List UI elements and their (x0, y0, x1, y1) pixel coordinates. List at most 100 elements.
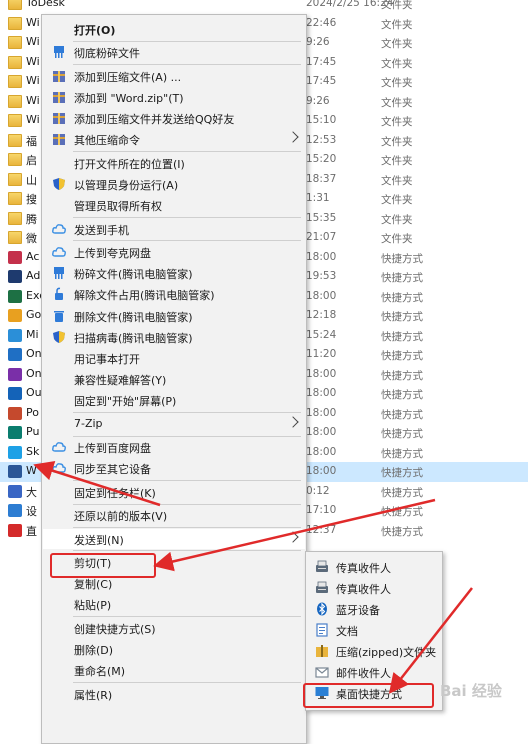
shield-icon (52, 177, 66, 191)
app-shortcut-icon (8, 367, 22, 381)
mail-icon (315, 665, 329, 678)
file-date: 17:10 (306, 504, 337, 516)
file-name: 启 (26, 154, 37, 167)
chevron-right-icon (287, 530, 299, 543)
file-date: 18:00 (306, 289, 337, 302)
file-date: 9:26 (306, 94, 330, 107)
file-date: 9:26 (306, 36, 330, 48)
context-menu-item[interactable]: 其他压缩命令 (43, 129, 305, 149)
file-date: 15:10 (306, 114, 337, 126)
app-shortcut-icon (8, 523, 22, 537)
file-type: 文件夹 (381, 116, 413, 128)
file-type: 快捷方式 (381, 447, 423, 460)
context-menu-item[interactable]: 用记事本打开 (43, 348, 305, 368)
context-menu-item[interactable]: 属性(R) (43, 684, 305, 704)
folder-icon (8, 114, 22, 127)
archive-icon (52, 132, 66, 146)
menu-item-label: 彻底粉碎文件 (74, 47, 140, 61)
menu-item-label: 重命名(M) (74, 665, 126, 679)
menu-item-label: 粉碎文件(腾讯电脑管家) (74, 268, 193, 282)
file-date: 17:45 (306, 55, 337, 68)
context-menu-item[interactable]: 创建快捷方式(S) (43, 618, 305, 638)
watermark: Bai 经验 (440, 682, 502, 700)
app-shortcut-icon (8, 484, 22, 498)
file-date: 15:35 (306, 211, 337, 224)
folder-icon (8, 153, 22, 166)
context-menu-item[interactable]: 上传到夸克网盘 (43, 242, 305, 262)
menu-item-label: 管理员取得所有权 (74, 200, 162, 214)
app-shortcut-icon (8, 406, 22, 420)
context-menu-item[interactable]: 粉碎文件(腾讯电脑管家) (43, 263, 305, 283)
file-type: 快捷方式 (381, 525, 423, 538)
context-menu-item[interactable]: 还原以前的版本(V) (43, 505, 305, 525)
file-type: 文件夹 (381, 174, 413, 187)
delete-icon (52, 309, 66, 323)
context-menu-item[interactable]: 发送到手机 (43, 219, 305, 239)
send-to-item[interactable]: 压缩(zipped)文件夹 (307, 641, 441, 661)
shield-icon (52, 330, 66, 344)
file-date: 1:31 (306, 192, 330, 204)
menu-item-label: 删除文件(腾讯电脑管家) (74, 310, 193, 324)
context-menu-item[interactable]: 固定到任务栏(K) (43, 482, 305, 502)
send-to-item[interactable]: 邮件收件人 (307, 662, 441, 682)
context-menu-item[interactable]: 扫描病毒(腾讯电脑管家) (43, 327, 305, 347)
app-shortcut-icon (8, 445, 22, 459)
file-date: 18:00 (306, 445, 337, 458)
context-menu-item[interactable]: 彻底粉碎文件 (43, 42, 305, 62)
context-menu-item[interactable]: 固定到"开始"屏幕(P) (43, 390, 305, 410)
send-to-item[interactable]: 文档 (307, 620, 441, 640)
fax-icon (315, 560, 329, 573)
file-row[interactable]: ToDesk 2024/2/25 16:24 文件夹 (0, 0, 528, 14)
folder-icon (8, 94, 22, 108)
file-name: Wi (26, 54, 40, 68)
cloud-icon (52, 461, 66, 475)
file-name: On (26, 366, 42, 380)
cloud-icon (52, 222, 66, 236)
archive-icon (52, 69, 66, 83)
context-menu-item[interactable]: 兼容性疑难解答(Y) (43, 369, 305, 389)
send-to-item-label: 蓝牙设备 (336, 604, 380, 617)
send-to-item-label: 传真收件人 (336, 583, 391, 596)
context-menu-item[interactable]: 添加到压缩文件(A) ... (43, 66, 305, 86)
context-menu-item[interactable]: 管理员取得所有权 (43, 195, 305, 215)
context-menu-item[interactable]: 同步至其它设备 (43, 458, 305, 478)
menu-item-label: 发送到(N) (74, 533, 124, 547)
file-name: W (26, 464, 37, 477)
file-name: 设 (26, 505, 37, 518)
file-date: 18:00 (306, 250, 337, 263)
file-type: 快捷方式 (381, 408, 423, 421)
context-menu-item[interactable]: 以管理员身份运行(A) (43, 174, 305, 194)
file-type: 文件夹 (381, 233, 413, 245)
file-type: 文件夹 (381, 213, 413, 226)
context-menu-item[interactable]: 删除文件(腾讯电脑管家) (43, 306, 305, 326)
context-menu-item[interactable]: 添加到 "Word.zip"(T) (43, 87, 305, 107)
menu-item-label: 添加到 "Word.zip"(T) (74, 92, 184, 105)
context-menu-item[interactable]: 添加到压缩文件并发送给QQ好友 (43, 108, 305, 128)
send-to-item-label: 文档 (336, 625, 358, 638)
context-menu-item[interactable]: 删除(D) (43, 639, 305, 659)
file-date: 21:07 (306, 231, 337, 243)
context-menu-item[interactable]: 7-Zip (43, 414, 305, 434)
file-name: On (26, 347, 42, 360)
file-name: Sk (26, 444, 40, 458)
send-to-item[interactable]: 蓝牙设备 (307, 599, 441, 619)
menu-item-label: 用记事本打开 (74, 353, 140, 366)
context-menu-item[interactable]: 重命名(M) (43, 660, 305, 680)
context-menu-item[interactable]: 解除文件占用(腾讯电脑管家) (43, 284, 305, 304)
file-date: 15:20 (306, 153, 337, 165)
context-menu-item[interactable]: 打开文件所在的位置(I) (43, 153, 305, 173)
context-menu-item[interactable]: 粘贴(P) (43, 594, 305, 614)
document-icon (315, 623, 329, 637)
send-to-item[interactable]: 传真收件人 (307, 578, 441, 598)
send-to-item[interactable]: 传真收件人 (307, 557, 441, 577)
menu-item-label: 复制(C) (74, 578, 113, 592)
file-name: Mi (26, 327, 39, 341)
app-shortcut-icon (8, 504, 22, 517)
context-menu-item[interactable]: 打开(O) (43, 19, 305, 39)
menu-item-label: 打开(O) (74, 24, 116, 37)
menu-item-label: 打开文件所在的位置(I) (74, 157, 185, 171)
context-menu-item[interactable]: 发送到(N) (43, 528, 305, 549)
context-menu-item[interactable]: 上传到百度网盘 (43, 437, 305, 457)
file-name: Wi (26, 15, 40, 29)
file-type: 文件夹 (381, 96, 413, 109)
